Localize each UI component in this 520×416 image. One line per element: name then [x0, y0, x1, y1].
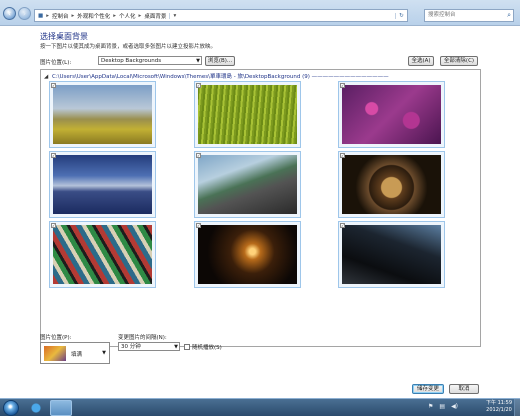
flag-icon[interactable]: ⚑ — [428, 403, 433, 410]
collapse-icon[interactable]: ◢ — [44, 74, 48, 80]
breadcrumb-item[interactable]: 控制台 — [52, 12, 69, 20]
thumbnail-checkbox[interactable]: ✓ — [196, 83, 201, 88]
breadcrumb-item[interactable]: 个人化 — [119, 12, 136, 20]
forward-arrow-icon[interactable]: › — [18, 7, 31, 20]
wallpaper-thumbnail[interactable]: ✓ — [338, 221, 445, 288]
address-bar[interactable]: ■ ▸ 控制台 ▸ 外观和个性化 ▸ 个人化 ▸ 桌面背景 ▾ ↻ — [34, 9, 408, 22]
wallpaper-thumbnail[interactable]: ✓ — [194, 81, 301, 148]
breadcrumb-item[interactable]: 桌面背景 — [144, 12, 166, 20]
checkbox-box[interactable] — [184, 344, 190, 350]
thumbnail-checkbox[interactable]: ✓ — [196, 223, 201, 228]
breadcrumb-separator: ▸ — [138, 12, 142, 19]
interval-value: 30 分钟 — [121, 344, 141, 350]
search-input[interactable]: 搜索控制台 ⌕ — [424, 9, 514, 22]
chevron-down-icon: ▼ — [174, 344, 178, 350]
wallpaper-thumbnail[interactable]: ✓ — [338, 151, 445, 218]
coastal-road-photo — [198, 155, 297, 214]
bicycle-wheel-photo — [342, 225, 441, 284]
interval-label: 变更图片的间隔(N): — [118, 335, 167, 341]
search-placeholder: 搜索控制台 — [428, 12, 456, 18]
thumbnail-checkbox[interactable]: ✓ — [340, 153, 345, 158]
clock-date: 2012/1/20 — [486, 407, 512, 413]
location-value: Desktop Backgrounds — [101, 58, 162, 64]
back-arrow-icon[interactable]: ‹ — [3, 7, 16, 20]
system-tray: ⚑ ▤ ◀) — [428, 403, 458, 410]
location-label: 图片位置(L): — [40, 60, 72, 66]
thumbnail-checkbox[interactable]: ✓ — [196, 153, 201, 158]
network-icon[interactable]: ▤ — [439, 403, 445, 410]
shuffle-checkbox[interactable]: 随机播放(S) — [184, 343, 222, 351]
page-description: 按一下图片以使其成为桌面背景，或者选取多张图片以建立投影片放映。 — [40, 44, 217, 50]
sneakers-photo — [53, 225, 152, 284]
breadcrumb-separator: ▸ — [71, 12, 75, 19]
bicycle-field-photo — [53, 85, 152, 144]
cancel-button[interactable]: 取消 — [449, 384, 479, 394]
grass-photo — [198, 85, 297, 144]
wallpaper-thumbnail[interactable]: ✓ — [49, 151, 156, 218]
breadcrumb-separator: ▸ — [113, 12, 117, 19]
browse-button[interactable]: 浏览(B)... — [205, 56, 235, 66]
wallpaper-thumbnail[interactable]: ✓ — [194, 221, 301, 288]
wallpaper-gallery: ◢ C:\Users\User\AppData\Local\Microsoft\… — [40, 69, 481, 347]
internet-explorer-icon[interactable] — [25, 400, 47, 416]
wallpaper-thumbnail[interactable]: ✓ — [338, 81, 445, 148]
separator-line: —————————————— — [311, 74, 389, 80]
control-panel-icon: ■ — [38, 12, 44, 19]
position-value: 填满 — [71, 352, 83, 358]
select-all-button[interactable]: 全选(A) — [408, 56, 434, 66]
clock[interactable]: 下午 11:59 2012/1/20 — [486, 400, 512, 414]
wallpaper-thumbnail[interactable]: ✓ — [194, 151, 301, 218]
folder-path: C:\Users\User\AppData\Local\Microsoft\Wi… — [51, 74, 310, 80]
cat-wheel-photo — [342, 155, 441, 214]
chevron-down-icon: ▼ — [102, 350, 106, 356]
thumbnail-checkbox[interactable]: ✓ — [340, 223, 345, 228]
taskbar: ⚑ ▤ ◀) 下午 11:59 2012/1/20 — [0, 398, 520, 416]
purple-flowers-photo — [342, 85, 441, 144]
chevron-down-icon: ▼ — [196, 58, 200, 64]
picture-position-select[interactable]: 填满 ▼ — [40, 342, 110, 364]
breadcrumb-separator: ▸ — [46, 12, 49, 19]
start-button[interactable] — [3, 400, 19, 416]
breadcrumb-item[interactable]: 外观和个性化 — [77, 12, 110, 20]
shuffle-label: 随机播放(S) — [192, 345, 222, 351]
volume-icon[interactable]: ◀) — [451, 403, 458, 410]
page-title: 选择桌面背景 — [40, 32, 88, 41]
thumbnail-checkbox[interactable]: ✓ — [340, 83, 345, 88]
address-toolbar: ‹ › ■ ▸ 控制台 ▸ 外观和个性化 ▸ 个人化 ▸ 桌面背景 ▾ ↻ 搜索… — [0, 0, 520, 26]
mountain-riders-photo — [53, 155, 152, 214]
folder-group-header[interactable]: ◢ C:\Users\User\AppData\Local\Microsoft\… — [44, 72, 389, 80]
position-preview-image — [44, 346, 66, 361]
clear-all-button[interactable]: 全部清除(C) — [440, 56, 478, 66]
thumbnail-checkbox[interactable]: ✓ — [51, 153, 56, 158]
save-changes-button[interactable]: 储存变更 — [412, 384, 444, 394]
picture-position-label: 图片位置(P): — [40, 335, 72, 341]
tunnel-photo — [198, 225, 297, 284]
thumbnail-checkbox[interactable]: ✓ — [51, 223, 56, 228]
show-desktop-button[interactable] — [514, 399, 520, 416]
interval-select[interactable]: 30 分钟 ▼ — [118, 342, 180, 351]
location-select[interactable]: Desktop Backgrounds ▼ — [98, 56, 202, 65]
clock-time: 下午 11:59 — [486, 400, 512, 406]
main-content: 选择桌面背景 按一下图片以使其成为桌面背景，或者选取多张图片以建立投影片放映。 … — [0, 26, 520, 398]
wallpaper-thumbnail[interactable]: ✓ — [49, 81, 156, 148]
thumbnail-checkbox[interactable]: ✓ — [51, 83, 56, 88]
refresh-icon[interactable]: ↻ — [395, 12, 407, 19]
control-panel-taskbar-icon[interactable] — [50, 400, 72, 416]
address-dropdown-icon[interactable]: ▾ — [169, 12, 179, 19]
search-icon[interactable]: ⌕ — [507, 10, 511, 21]
wallpaper-thumbnail[interactable]: ✓ — [49, 221, 156, 288]
